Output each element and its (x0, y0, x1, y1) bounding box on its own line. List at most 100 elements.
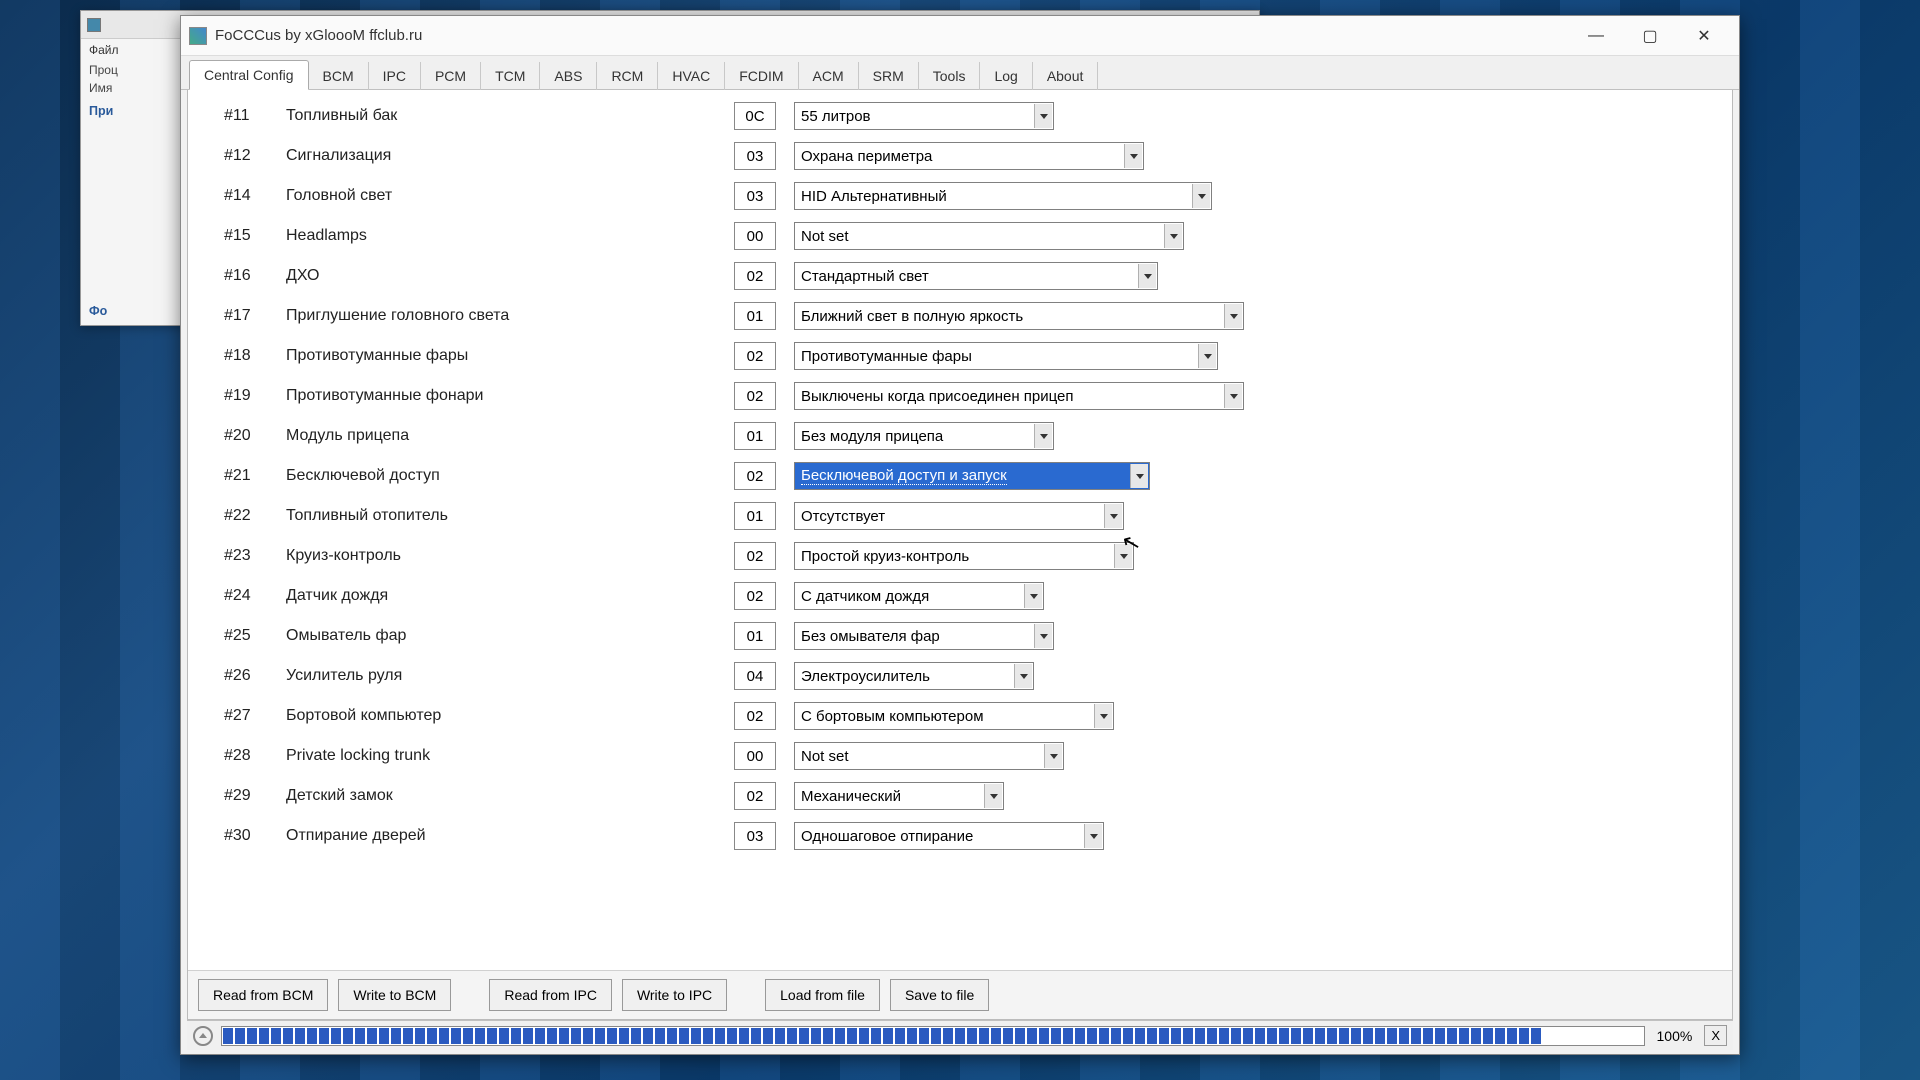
tab-abs[interactable]: ABS (540, 62, 597, 90)
titlebar[interactable]: FoCCCus by xGloooM ffclub.ru — ▢ ✕ (181, 16, 1739, 56)
tab-rcm[interactable]: RCM (597, 62, 658, 90)
value-dropdown[interactable]: С бортовым компьютером (794, 702, 1114, 730)
chevron-down-icon (1164, 224, 1182, 248)
bg-menu-item[interactable]: Файл (89, 43, 119, 57)
code-input[interactable] (734, 782, 776, 810)
config-list[interactable]: #11Топливный бак55 литров#12Сигнализация… (188, 90, 1732, 970)
progress-bar (221, 1026, 1645, 1046)
code-input[interactable] (734, 502, 776, 530)
code-input[interactable] (734, 662, 776, 690)
value-dropdown[interactable]: Противотуманные фары (794, 342, 1218, 370)
code-input[interactable] (734, 422, 776, 450)
progress-segment (535, 1028, 545, 1044)
progress-segment (883, 1028, 893, 1044)
value-dropdown[interactable]: Бесключевой доступ и запуск (794, 462, 1150, 490)
value-dropdown[interactable]: Простой круиз-контроль (794, 542, 1134, 570)
code-input[interactable] (734, 382, 776, 410)
code-input[interactable] (734, 742, 776, 770)
chevron-down-icon (1124, 144, 1142, 168)
code-input[interactable] (734, 342, 776, 370)
progress-segment (607, 1028, 617, 1044)
status-circle-icon[interactable] (193, 1026, 213, 1046)
maximize-button[interactable]: ▢ (1623, 19, 1677, 53)
read-from-ipc-button[interactable]: Read from IPC (489, 979, 612, 1011)
tab-ipc[interactable]: IPC (369, 62, 421, 90)
dropdown-value: Стандартный свет (801, 268, 929, 285)
value-dropdown[interactable]: Ближний свет в полную яркость (794, 302, 1244, 330)
value-dropdown[interactable]: Электроусилитель (794, 662, 1034, 690)
row-label: Головной свет (286, 187, 734, 205)
value-dropdown[interactable]: Механический (794, 782, 1004, 810)
code-input[interactable] (734, 182, 776, 210)
code-input[interactable] (734, 582, 776, 610)
value-dropdown[interactable]: HID Альтернативный (794, 182, 1212, 210)
value-dropdown[interactable]: Охрана периметра (794, 142, 1144, 170)
progress-segment (247, 1028, 257, 1044)
dropdown-value: 55 литров (801, 108, 871, 125)
value-dropdown[interactable]: 55 литров (794, 102, 1054, 130)
tab-fcdim[interactable]: FCDIM (725, 62, 798, 90)
code-input[interactable] (734, 142, 776, 170)
row-index: #28 (224, 747, 286, 765)
bg-name-label: Имя (89, 81, 112, 95)
cancel-x-button[interactable]: X (1704, 1025, 1727, 1046)
progress-segment (1147, 1028, 1157, 1044)
dropdown-value: Механический (801, 788, 901, 805)
code-input[interactable] (734, 302, 776, 330)
progress-segment (403, 1028, 413, 1044)
value-dropdown[interactable]: Без омывателя фар (794, 622, 1054, 650)
value-dropdown[interactable]: Одношаговое отпирание (794, 822, 1104, 850)
tab-srm[interactable]: SRM (859, 62, 919, 90)
row-label: ДХО (286, 267, 734, 285)
progress-segment (871, 1028, 881, 1044)
code-input[interactable] (734, 822, 776, 850)
value-dropdown[interactable]: Стандартный свет (794, 262, 1158, 290)
code-input[interactable] (734, 262, 776, 290)
close-button[interactable]: ✕ (1677, 19, 1731, 53)
progress-segment (451, 1028, 461, 1044)
config-row: #24Датчик дождяС датчиком дождя (224, 576, 1696, 616)
tab-about[interactable]: About (1033, 62, 1099, 90)
progress-segment (1243, 1028, 1253, 1044)
minimize-button[interactable]: — (1569, 19, 1623, 53)
value-dropdown[interactable]: Not set (794, 222, 1184, 250)
tab-pcm[interactable]: PCM (421, 62, 481, 90)
progress-segment (1123, 1028, 1133, 1044)
tab-tcm[interactable]: TCM (481, 62, 540, 90)
row-label: Бортовой компьютер (286, 707, 734, 725)
row-label: Детский замок (286, 787, 734, 805)
tab-log[interactable]: Log (980, 62, 1032, 90)
write-to-ipc-button[interactable]: Write to IPC (622, 979, 727, 1011)
tab-tools[interactable]: Tools (919, 62, 981, 90)
value-dropdown[interactable]: С датчиком дождя (794, 582, 1044, 610)
code-input[interactable] (734, 462, 776, 490)
write-to-bcm-button[interactable]: Write to BCM (338, 979, 451, 1011)
progress-segment (1303, 1028, 1313, 1044)
tab-hvac[interactable]: HVAC (658, 62, 725, 90)
save-to-file-button[interactable]: Save to file (890, 979, 989, 1011)
code-input[interactable] (734, 702, 776, 730)
tab-bcm[interactable]: BCM (309, 62, 369, 90)
read-from-bcm-button[interactable]: Read from BCM (198, 979, 328, 1011)
tab-central-config[interactable]: Central Config (189, 60, 309, 90)
progress-segment (1075, 1028, 1085, 1044)
value-dropdown[interactable]: Not set (794, 742, 1064, 770)
code-input[interactable] (734, 542, 776, 570)
value-dropdown[interactable]: Выключены когда присоединен прицеп (794, 382, 1244, 410)
value-dropdown[interactable]: Отсутствует (794, 502, 1124, 530)
config-row: #28Private locking trunkNot set (224, 736, 1696, 776)
code-input[interactable] (734, 102, 776, 130)
progress-segment (691, 1028, 701, 1044)
progress-segment (1519, 1028, 1529, 1044)
tab-acm[interactable]: ACM (799, 62, 859, 90)
value-dropdown[interactable]: Без модуля прицепа (794, 422, 1054, 450)
row-index: #14 (224, 187, 286, 205)
row-label: Топливный отопитель (286, 507, 734, 525)
chevron-down-icon (1138, 264, 1156, 288)
progress-segment (679, 1028, 689, 1044)
load-from-file-button[interactable]: Load from file (765, 979, 880, 1011)
code-input[interactable] (734, 222, 776, 250)
code-input[interactable] (734, 622, 776, 650)
chevron-down-icon (984, 784, 1002, 808)
progress-segment (1003, 1028, 1013, 1044)
